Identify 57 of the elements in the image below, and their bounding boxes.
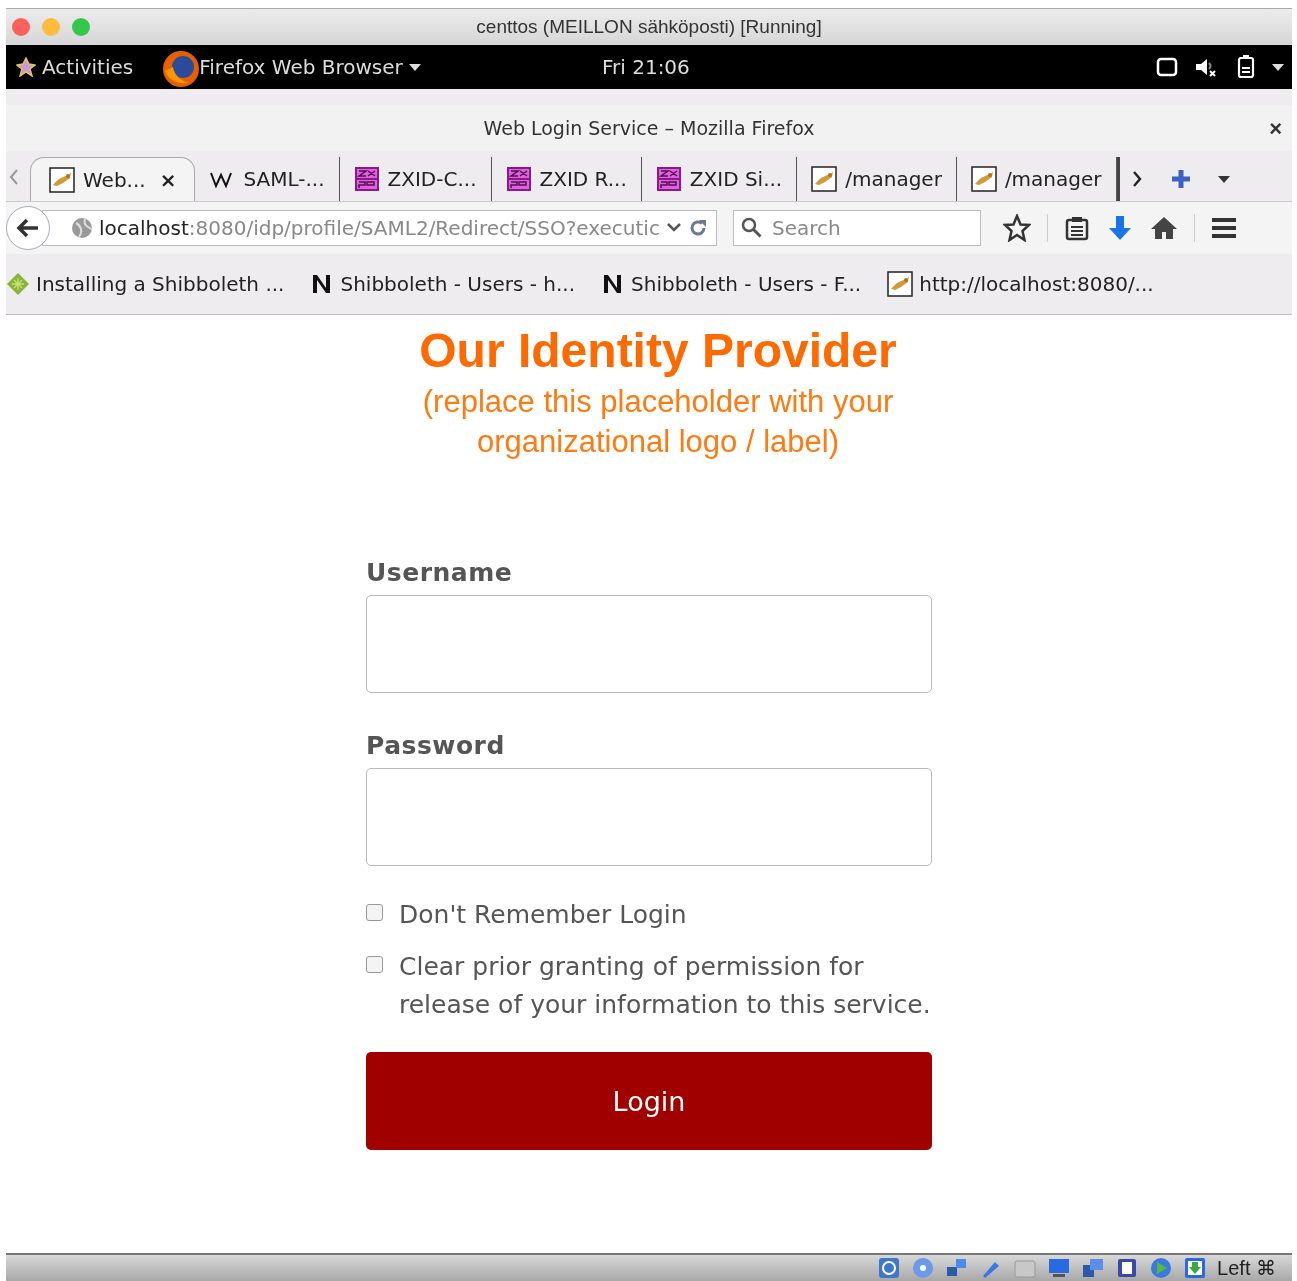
windows-icon[interactable] bbox=[1081, 1256, 1106, 1280]
bookmark-star-icon[interactable] bbox=[1003, 214, 1031, 242]
window-title: centtos (MEILLON sähköposti) [Running] bbox=[476, 16, 822, 38]
display-icon[interactable] bbox=[1047, 1256, 1072, 1280]
login-button[interactable]: Login bbox=[366, 1052, 932, 1150]
bookmark-item[interactable]: Shibboleth - Users - F... bbox=[601, 272, 862, 296]
field-label: Username bbox=[366, 558, 514, 587]
site-icon bbox=[655, 166, 682, 192]
scroll-left-icon[interactable] bbox=[8, 167, 20, 187]
close-button[interactable]: × bbox=[1263, 115, 1288, 143]
checkbox-label: Clear prior granting of permission for release of your information to this service. bbox=[399, 951, 932, 1021]
download-arrow-icon[interactable] bbox=[1106, 214, 1134, 242]
app-menu[interactable]: Firefox Web Browser bbox=[143, 45, 431, 89]
reload-icon[interactable] bbox=[688, 218, 708, 238]
bookmark-item[interactable]: Shibboleth - Users - h... bbox=[310, 272, 576, 296]
clock[interactable]: Fri 21:06 bbox=[602, 55, 690, 79]
clipboard-icon[interactable] bbox=[1064, 215, 1090, 241]
back-arrow-icon bbox=[16, 217, 40, 239]
back-button[interactable] bbox=[6, 206, 50, 250]
site-icon bbox=[353, 166, 380, 192]
activities-button[interactable]: Activities bbox=[6, 55, 144, 79]
new-tab-icon[interactable] bbox=[1169, 168, 1192, 190]
checkbox-label: Don't Remember Login bbox=[399, 899, 687, 931]
close-window-button[interactable] bbox=[12, 18, 30, 36]
page-heading: Our Identity Provider bbox=[418, 323, 898, 378]
diamond-icon bbox=[6, 272, 30, 296]
window-icon[interactable] bbox=[1156, 56, 1178, 78]
bookmark-item[interactable]: Installing a Shibboleth ... bbox=[6, 272, 285, 296]
cat-icon bbox=[49, 166, 75, 193]
host-key-label: Left ⌘ bbox=[1217, 1256, 1276, 1280]
close-tab-button[interactable]: × bbox=[159, 167, 177, 192]
site-icon bbox=[505, 166, 532, 192]
download-icon[interactable] bbox=[1183, 1256, 1208, 1280]
system-menu-arrow-icon[interactable] bbox=[1272, 63, 1284, 71]
field-label: Password bbox=[366, 731, 506, 760]
menu-icon[interactable] bbox=[1211, 217, 1237, 239]
browser-title: Web Login Service – Mozilla Firefox bbox=[483, 117, 815, 139]
browser-tab[interactable]: Web... × bbox=[30, 157, 196, 201]
cat-icon bbox=[887, 271, 914, 297]
search-icon bbox=[741, 217, 763, 239]
checkbox[interactable] bbox=[366, 956, 383, 973]
optical-disc-icon[interactable] bbox=[911, 1256, 936, 1280]
address-bar[interactable]: localhost:8080/idp/profile/SAML2/Redirect/SSO?executic bbox=[42, 210, 717, 246]
home-icon[interactable] bbox=[1150, 215, 1178, 241]
dropdown-arrow-icon bbox=[408, 63, 421, 71]
url-text: localhost:8080/idp/profile/SAML2/Redirect/SSO?executic bbox=[99, 216, 660, 240]
checkbox[interactable] bbox=[366, 904, 383, 921]
bookmark-item[interactable]: http://localhost:8080/... bbox=[887, 271, 1154, 297]
search-field[interactable]: Search bbox=[733, 210, 981, 246]
cat-icon bbox=[970, 166, 997, 192]
battery-icon[interactable] bbox=[1236, 55, 1256, 79]
tab-list-icon[interactable] bbox=[1217, 175, 1230, 183]
logo-placeholder-text: (replace this placeholder with your organizational logo / label) bbox=[421, 383, 895, 461]
firefox-icon bbox=[161, 49, 202, 89]
username-field[interactable] bbox=[366, 595, 932, 693]
cat-icon bbox=[811, 166, 838, 192]
password-field[interactable] bbox=[366, 768, 932, 866]
